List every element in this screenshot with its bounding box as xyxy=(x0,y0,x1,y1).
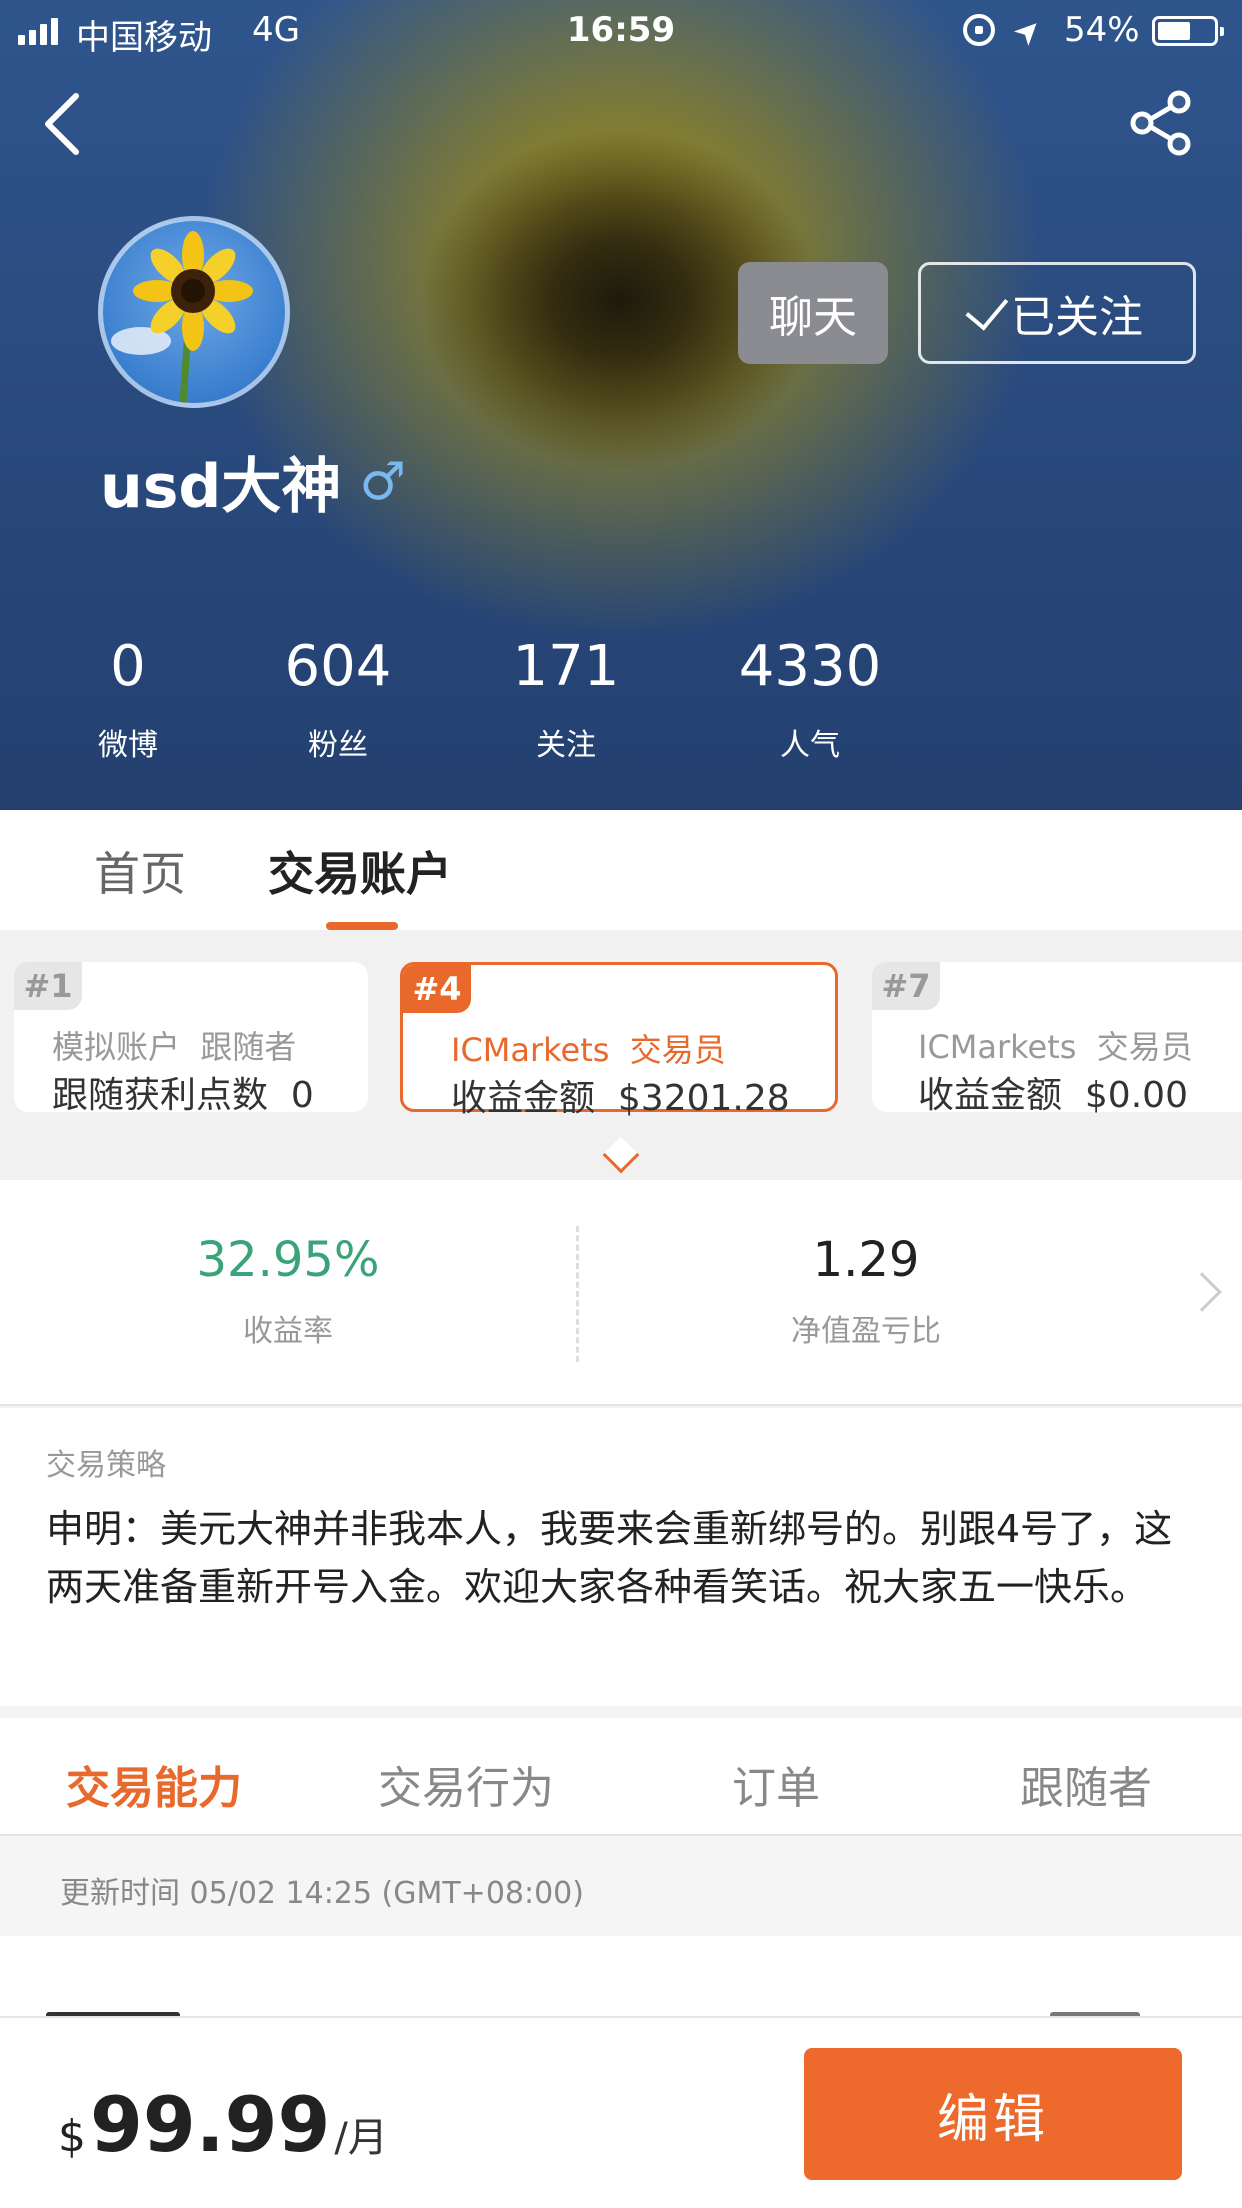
account-info: ICMarkets 交易员 xyxy=(451,1025,726,1071)
check-icon xyxy=(965,286,1009,331)
stat-value: 604 xyxy=(284,634,392,699)
metric-equity-ratio: 1.29 净值盈亏比 xyxy=(666,1232,1066,1350)
battery-icon xyxy=(1152,16,1224,46)
trading-strategy: 交易策略 申明：美元大神并非我本人，我要来会重新绑号的。别跟4号了，这两天准备重… xyxy=(0,1408,1242,1706)
chat-button[interactable]: 聊天 xyxy=(738,262,888,364)
metric-value: $3201.28 xyxy=(617,1078,790,1119)
performance-metrics[interactable]: 32.95% 收益率 1.29 净值盈亏比 xyxy=(0,1180,1242,1406)
account-broker: 模拟账户 xyxy=(52,1028,181,1066)
profile-header: 中国移动 4G 16:59 ➤ 54% 聊天 已关注 usd大神 ♂ 0 微博 … xyxy=(0,0,1242,810)
rank-badge: #7 xyxy=(872,962,940,1010)
tab-trading-behavior[interactable]: 交易行为 xyxy=(378,1752,554,1816)
account-broker: ICMarkets xyxy=(918,1028,1077,1066)
account-info: 模拟账户 跟随者 xyxy=(52,1022,296,1068)
stat-label: 人气 xyxy=(780,728,840,763)
analysis-tab-bar: 交易能力 交易行为 订单 跟随者 xyxy=(0,1718,1242,1836)
following-label: 已关注 xyxy=(1011,292,1143,343)
back-button[interactable] xyxy=(34,88,94,160)
update-time-bar: 更新时间 05/02 14:25 (GMT+08:00) xyxy=(0,1836,1242,1936)
avatar[interactable] xyxy=(98,216,290,408)
stat-posts[interactable]: 0 微博 xyxy=(28,632,228,764)
bottom-action-bar: $ 99.99 /月 编辑 xyxy=(0,2016,1242,2208)
metric-label: 收益金额 xyxy=(918,1075,1063,1116)
profile-tab-bar: 首页 交易账户 xyxy=(0,810,1242,930)
tab-followers[interactable]: 跟随者 xyxy=(1020,1752,1152,1816)
chevron-left-icon xyxy=(45,93,79,155)
account-metric: 收益金额 $0.00 xyxy=(918,1066,1188,1118)
username-text: usd大神 xyxy=(100,452,342,522)
account-role: 交易员 xyxy=(1096,1028,1193,1066)
stat-label: 微博 xyxy=(98,728,158,763)
metric-return-rate: 32.95% 收益率 xyxy=(88,1232,488,1350)
account-card-7[interactable]: #7 ICMarkets 交易员 收益金额 $0.00 xyxy=(872,962,1242,1116)
price-period: /月 xyxy=(334,2115,388,2161)
username: usd大神 ♂ xyxy=(100,438,406,525)
price-amount: 99.99 xyxy=(90,2080,331,2169)
equity-ratio-label: 净值盈亏比 xyxy=(791,1314,941,1349)
metric-label: 跟随获利点数 xyxy=(52,1075,269,1116)
edit-button[interactable]: 编辑 xyxy=(804,2048,1182,2180)
rotation-lock-icon xyxy=(963,14,995,46)
account-role: 跟随者 xyxy=(200,1028,297,1066)
return-rate-value: 32.95% xyxy=(196,1232,380,1288)
stat-value: 0 xyxy=(110,634,146,699)
return-rate-label: 收益率 xyxy=(243,1314,333,1349)
account-info: ICMarkets 交易员 xyxy=(918,1022,1193,1068)
share-icon xyxy=(1130,90,1191,156)
tab-home[interactable]: 首页 xyxy=(94,838,186,904)
account-metric: 收益金额 $3201.28 xyxy=(451,1069,790,1121)
account-role: 交易员 xyxy=(629,1031,726,1069)
stat-value: 171 xyxy=(512,634,620,699)
update-time: 更新时间 05/02 14:25 (GMT+08:00) xyxy=(60,1876,584,1911)
tab-trading-accounts[interactable]: 交易账户 xyxy=(268,838,452,904)
strategy-title: 交易策略 xyxy=(46,1448,166,1483)
subscription-price: $ 99.99 /月 xyxy=(58,2080,388,2169)
rank-badge: #1 xyxy=(14,962,82,1010)
sunflower-image xyxy=(111,231,253,403)
stat-following[interactable]: 171 关注 xyxy=(466,632,666,764)
tab-orders[interactable]: 订单 xyxy=(732,1752,820,1816)
rank-badge: #4 xyxy=(403,965,471,1013)
status-time: 16:59 xyxy=(566,10,676,50)
equity-ratio-value: 1.29 xyxy=(812,1232,920,1288)
battery-percent: 54% xyxy=(1064,10,1140,50)
account-metric: 跟随获利点数 0 xyxy=(52,1066,314,1118)
strategy-text: 申明：美元大神并非我本人，我要来会重新绑号的。别跟4号了，这两天准备重新开号入金… xyxy=(46,1507,1173,1609)
chevron-right-icon[interactable] xyxy=(1182,1272,1222,1312)
metric-label: 收益金额 xyxy=(451,1078,596,1119)
scroll-content-peek xyxy=(0,1936,1242,2016)
share-button[interactable] xyxy=(1128,90,1194,156)
tab-trading-ability[interactable]: 交易能力 xyxy=(66,1752,242,1816)
stat-value: 4330 xyxy=(738,634,882,699)
stat-popularity: 4330 人气 xyxy=(710,632,910,764)
price-currency: $ xyxy=(58,2111,86,2162)
metric-value: 0 xyxy=(290,1075,314,1116)
stat-followers[interactable]: 604 粉丝 xyxy=(238,632,438,764)
male-gender-icon: ♂ xyxy=(359,451,407,512)
account-broker: ICMarkets xyxy=(451,1031,610,1069)
metric-divider xyxy=(576,1226,579,1362)
metric-value: $0.00 xyxy=(1084,1075,1188,1116)
stat-label: 关注 xyxy=(536,728,596,763)
account-card-1[interactable]: #1 模拟账户 跟随者 跟随获利点数 0 xyxy=(14,962,368,1116)
active-tab-indicator xyxy=(326,922,398,930)
stat-label: 粉丝 xyxy=(308,728,368,763)
status-bar: 中国移动 4G 16:59 ➤ 54% xyxy=(0,0,1242,62)
account-card-4[interactable]: #4 ICMarkets 交易员 收益金额 $3201.28 xyxy=(400,962,838,1119)
following-button[interactable]: 已关注 xyxy=(918,262,1196,364)
